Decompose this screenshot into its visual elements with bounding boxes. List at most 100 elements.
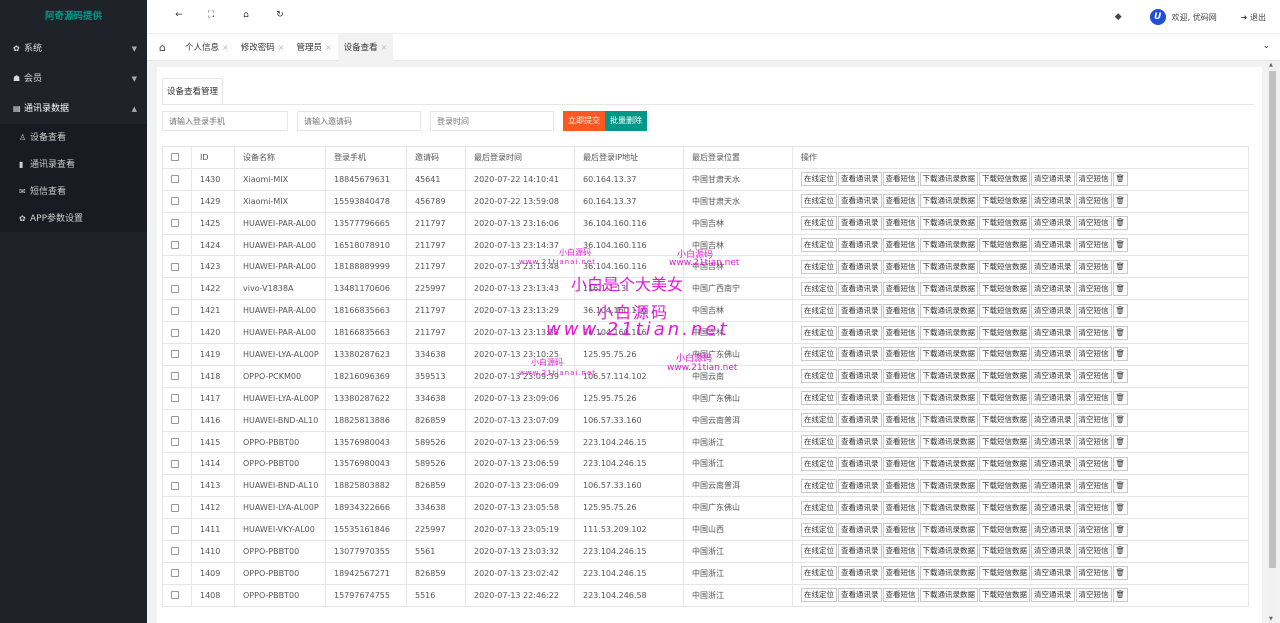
download-contacts-button[interactable]: 下载通讯录数据: [919, 281, 978, 296]
view-contacts-button[interactable]: 查看通讯录: [838, 347, 882, 362]
view-contacts-button[interactable]: 查看通讯录: [838, 588, 882, 603]
download-contacts-button[interactable]: 下载通讯录数据: [919, 172, 978, 187]
locate-button[interactable]: 在线定位: [801, 369, 837, 384]
locate-button[interactable]: 在线定位: [801, 500, 837, 515]
locate-button[interactable]: 在线定位: [801, 172, 837, 187]
view-contacts-button[interactable]: 查看通讯录: [838, 500, 882, 515]
clear-sms-button[interactable]: 清空短信: [1075, 456, 1112, 471]
tab-device[interactable]: 设备查看 ×: [337, 34, 394, 61]
locate-button[interactable]: 在线定位: [801, 194, 837, 209]
download-sms-button[interactable]: 下载短信数据: [979, 478, 1030, 493]
close-icon[interactable]: ×: [222, 43, 229, 52]
row-checkbox[interactable]: [171, 591, 179, 600]
view-contacts-button[interactable]: 查看通讯录: [838, 325, 882, 340]
batch-delete-button[interactable]: 批量删除: [605, 111, 647, 131]
locate-button[interactable]: 在线定位: [801, 413, 837, 428]
download-sms-button[interactable]: 下载短信数据: [979, 522, 1030, 537]
row-checkbox[interactable]: [171, 328, 179, 337]
row-checkbox[interactable]: [171, 481, 179, 490]
view-sms-button[interactable]: 查看短信: [882, 281, 919, 296]
download-contacts-button[interactable]: 下载通讯录数据: [919, 435, 978, 450]
view-sms-button[interactable]: 查看短信: [882, 478, 919, 493]
trash-icon[interactable]: 🗑: [1112, 325, 1129, 340]
trash-icon[interactable]: 🗑: [1112, 500, 1129, 515]
scroll-down-arrow-icon[interactable]: ▼: [1269, 616, 1273, 622]
locate-button[interactable]: 在线定位: [801, 325, 837, 340]
locate-button[interactable]: 在线定位: [801, 522, 837, 537]
trash-icon[interactable]: 🗑: [1112, 456, 1129, 471]
download-contacts-button[interactable]: 下载通讯录数据: [919, 500, 978, 515]
trash-icon[interactable]: 🗑: [1112, 544, 1129, 559]
download-sms-button[interactable]: 下载短信数据: [979, 369, 1030, 384]
trash-icon[interactable]: 🗑: [1112, 435, 1129, 450]
clear-contacts-button[interactable]: 清空通讯录: [1031, 478, 1075, 493]
download-sms-button[interactable]: 下载短信数据: [979, 194, 1030, 209]
select-all-checkbox[interactable]: [171, 153, 179, 162]
login-time-input[interactable]: [430, 111, 554, 131]
download-contacts-button[interactable]: 下载通讯录数据: [919, 588, 978, 603]
trash-icon[interactable]: 🗑: [1112, 281, 1129, 296]
tab-admin[interactable]: 管理员 ×: [290, 34, 337, 61]
view-sms-button[interactable]: 查看短信: [882, 588, 919, 603]
view-sms-button[interactable]: 查看短信: [882, 194, 919, 209]
download-contacts-button[interactable]: 下载通讯录数据: [919, 413, 978, 428]
download-sms-button[interactable]: 下载短信数据: [979, 303, 1030, 318]
trash-icon[interactable]: 🗑: [1112, 216, 1129, 231]
sidebar-item-addressbook[interactable]: ▮ 通讯录查看: [0, 151, 147, 178]
locate-button[interactable]: 在线定位: [801, 238, 837, 252]
view-contacts-button[interactable]: 查看通讯录: [838, 238, 882, 252]
code-search-input[interactable]: [297, 111, 421, 131]
download-contacts-button[interactable]: 下载通讯录数据: [919, 522, 978, 537]
view-sms-button[interactable]: 查看短信: [882, 413, 919, 428]
clear-contacts-button[interactable]: 清空通讯录: [1031, 435, 1075, 450]
download-contacts-button[interactable]: 下载通讯录数据: [919, 194, 978, 209]
download-sms-button[interactable]: 下载短信数据: [979, 391, 1030, 406]
view-contacts-button[interactable]: 查看通讯录: [838, 281, 882, 296]
view-sms-button[interactable]: 查看短信: [882, 456, 919, 471]
download-sms-button[interactable]: 下载短信数据: [979, 544, 1030, 559]
clear-sms-button[interactable]: 清空短信: [1075, 347, 1112, 362]
clear-sms-button[interactable]: 清空短信: [1075, 259, 1112, 274]
download-sms-button[interactable]: 下载短信数据: [979, 588, 1030, 603]
clear-sms-button[interactable]: 清空短信: [1075, 281, 1112, 296]
locate-button[interactable]: 在线定位: [801, 566, 837, 581]
home-icon[interactable]: ⌂: [159, 41, 166, 54]
back-arrow-icon[interactable]: ←: [171, 10, 187, 24]
welcome-text[interactable]: 欢迎, 优码网: [1172, 12, 1217, 23]
view-sms-button[interactable]: 查看短信: [882, 369, 919, 384]
clear-contacts-button[interactable]: 清空通讯录: [1031, 566, 1075, 581]
trash-icon[interactable]: 🗑: [1112, 172, 1129, 187]
clear-sms-button[interactable]: 清空短信: [1075, 194, 1112, 209]
download-contacts-button[interactable]: 下载通讯录数据: [919, 369, 978, 384]
row-checkbox[interactable]: [171, 569, 179, 578]
download-sms-button[interactable]: 下载短信数据: [979, 413, 1030, 428]
clear-contacts-button[interactable]: 清空通讯录: [1031, 588, 1075, 603]
view-sms-button[interactable]: 查看短信: [882, 435, 919, 450]
chevron-down-icon[interactable]: ⌄: [1262, 41, 1270, 51]
download-sms-button[interactable]: 下载短信数据: [979, 238, 1030, 252]
row-checkbox[interactable]: [171, 459, 179, 468]
view-sms-button[interactable]: 查看短信: [882, 566, 919, 581]
clear-sms-button[interactable]: 清空短信: [1075, 522, 1112, 537]
clear-sms-button[interactable]: 清空短信: [1075, 478, 1112, 493]
clear-contacts-button[interactable]: 清空通讯录: [1031, 281, 1075, 296]
clear-sms-button[interactable]: 清空短信: [1075, 544, 1112, 559]
download-contacts-button[interactable]: 下载通讯录数据: [919, 544, 978, 559]
clear-sms-button[interactable]: 清空短信: [1075, 172, 1112, 187]
clear-sms-button[interactable]: 清空短信: [1075, 238, 1112, 252]
phone-search-input[interactable]: [162, 111, 288, 131]
locate-button[interactable]: 在线定位: [801, 588, 837, 603]
view-sms-button[interactable]: 查看短信: [882, 238, 919, 252]
view-sms-button[interactable]: 查看短信: [882, 259, 919, 274]
download-sms-button[interactable]: 下载短信数据: [979, 456, 1030, 471]
row-checkbox[interactable]: [171, 241, 179, 249]
download-sms-button[interactable]: 下载短信数据: [979, 281, 1030, 296]
download-sms-button[interactable]: 下载短信数据: [979, 566, 1030, 581]
clear-contacts-button[interactable]: 清空通讯录: [1031, 369, 1075, 384]
download-contacts-button[interactable]: 下载通讯录数据: [919, 259, 978, 274]
download-sms-button[interactable]: 下载短信数据: [979, 172, 1030, 187]
clear-contacts-button[interactable]: 清空通讯录: [1031, 325, 1075, 340]
download-contacts-button[interactable]: 下载通讯录数据: [919, 347, 978, 362]
row-checkbox[interactable]: [171, 547, 179, 556]
download-contacts-button[interactable]: 下载通讯录数据: [919, 566, 978, 581]
